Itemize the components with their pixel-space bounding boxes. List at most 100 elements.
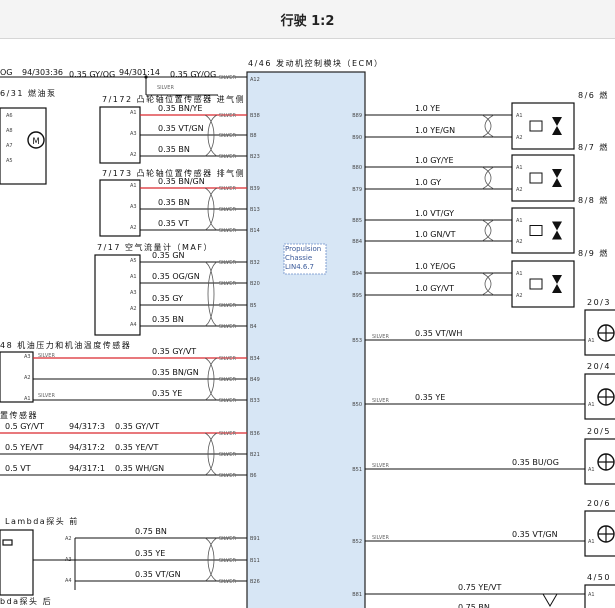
injector-box: [511, 102, 575, 150]
window-header: 行驶 1:2: [0, 0, 615, 39]
wire-label: 0.5 YE/VT: [5, 443, 43, 452]
silver-tag: SILVER: [157, 85, 174, 91]
silver-tag: SILVER: [372, 463, 389, 469]
ecm-pin-left: A12: [250, 77, 260, 83]
silver-tag: SILVER: [219, 431, 236, 437]
wire-label: 0.35 GY/VT: [152, 347, 196, 356]
wire-label: 0.35 GY/VT: [115, 422, 159, 431]
injector-pin: A2: [516, 293, 523, 299]
silver-tag: SILVER: [219, 473, 236, 479]
wire-label: 0.35 VT: [158, 219, 189, 228]
cam-intake-label: 7/172 凸轮轴位置传感器 进气侧: [102, 94, 245, 104]
injector-pin: A2: [516, 187, 523, 193]
silver-tag: SILVER: [219, 260, 236, 266]
sensor-pin: A2: [130, 306, 137, 312]
silver-tag: SILVER: [372, 398, 389, 404]
twisted-pair-icon: [204, 261, 218, 327]
silver-tag: SILVER: [219, 154, 236, 160]
silver-tag: SILVER: [219, 281, 236, 287]
ecm-pin-right: B94: [352, 271, 362, 277]
splice-label: 94/317:2: [69, 443, 105, 452]
wire-label: 0.75 BN: [135, 527, 167, 536]
ecm-pin-right: B81: [352, 592, 362, 598]
ecm-pin-left: B13: [250, 207, 260, 213]
ecm-pin-left: B26: [250, 579, 260, 585]
silver-tag: SILVER: [219, 75, 236, 81]
coil-pin: A1: [588, 338, 595, 344]
sensor-pin: A2: [65, 536, 72, 542]
ecm-pin-right: B53: [352, 338, 362, 344]
silver-tag: SILVER: [372, 334, 389, 340]
wire-label: 0.5 VT: [5, 464, 31, 473]
fuel-pump-pin: A6: [6, 113, 13, 119]
wire-label: 0.35 OG/GN: [152, 272, 200, 281]
wire-label: 0.35 BN/GN: [158, 177, 205, 186]
silver-tag: SILVER: [219, 133, 236, 139]
wire-label: 1.0 YE: [415, 104, 440, 113]
injector-solenoid-icon: [529, 172, 543, 184]
wire-label: 0.35 GN: [152, 251, 185, 260]
ecm-pin-left: B14: [250, 228, 260, 234]
coil-label: 20/4: [587, 362, 611, 371]
ecm-pin-left: B21: [250, 452, 260, 458]
sensor-pin: A1: [130, 110, 137, 116]
sensor-pin: A3: [130, 131, 137, 137]
wire-label: 0.35 YE: [152, 389, 182, 398]
sensor-pin: A2: [130, 152, 137, 158]
oil-sensor-label: 48 机油压力和机油温度传感器: [0, 340, 131, 350]
splice-label: 94/301:14: [119, 68, 160, 77]
ecm-title: 4/46 发动机控制模块（ECM）: [248, 58, 384, 68]
silver-tag: SILVER: [219, 207, 236, 213]
wire-label: 1.0 GY/YE: [415, 156, 454, 165]
wire-label: 1.0 GY: [415, 178, 441, 187]
lambda-rear-label: bda探头 后: [0, 596, 52, 606]
wire-label: 0.35 BN: [158, 145, 190, 154]
wire-label: 0.35 BN: [152, 315, 184, 324]
ecm-pin-left: B33: [250, 398, 260, 404]
wire-label: 0.35 BN/GN: [152, 368, 199, 377]
ecm-pin-left: B6: [250, 473, 257, 479]
injector-box: [511, 154, 575, 202]
wire-label: 0.35 YE: [135, 549, 165, 558]
wire-label: 0.35 BN/YE: [158, 104, 202, 113]
wire-label: 0.75 YE/VT: [458, 583, 501, 592]
ecm-pin-left: B39: [250, 186, 260, 192]
splice-label: 94/317:1: [69, 464, 105, 473]
coil-pin: A1: [588, 402, 595, 408]
sensor-pin: A1: [24, 396, 31, 402]
silver-tag: SILVER: [372, 535, 389, 541]
injector-pin: A2: [516, 135, 523, 141]
coil-pin: A1: [588, 539, 595, 545]
sensor-pin: A1: [130, 183, 137, 189]
silver-tag: SILVER: [219, 377, 236, 383]
wire-label: 1.0 GY/VT: [415, 284, 454, 293]
ecm-pin-right: B90: [352, 135, 362, 141]
wire-label: 0.35 VT/GN: [158, 124, 204, 133]
wire-label: OG: [0, 68, 13, 77]
silver-tag: SILVER: [219, 558, 236, 564]
fuel-pump-pin: A5: [6, 158, 13, 164]
ecm-pin-right: B84: [352, 239, 362, 245]
wire-label: 0.35 GY/OG: [69, 70, 115, 79]
coil-label: 20/5: [587, 427, 611, 436]
silver-tag: SILVER: [219, 398, 236, 404]
wire-label: 0.35 WH/GN: [115, 464, 164, 473]
ecm-pin-right: B95: [352, 293, 362, 299]
wire-label: 1.0 YE/GN: [415, 126, 455, 135]
ecm-pin-right: B79: [352, 187, 362, 193]
injector-pin: A1: [516, 271, 523, 277]
injector-pin: A2: [516, 239, 523, 245]
silver-tag: SILVER: [219, 324, 236, 330]
splice-label: 94/317:3: [69, 422, 105, 431]
motor-icon-label: M: [32, 137, 39, 147]
injector-pin: A1: [516, 218, 523, 224]
ecm-pin-left: B5: [250, 303, 257, 309]
sensor-pin: A5: [130, 258, 137, 264]
wire-label: 0.35 YE/VT: [115, 443, 158, 452]
silver-tag: SILVER: [38, 393, 55, 399]
sensor-pin: A2: [24, 375, 31, 381]
ecm-pin-right: B52: [352, 539, 362, 545]
ecm-pin-right: B85: [352, 218, 362, 224]
twisted-pair-icon: [481, 219, 495, 242]
ecm-pin-left: B38: [250, 113, 260, 119]
